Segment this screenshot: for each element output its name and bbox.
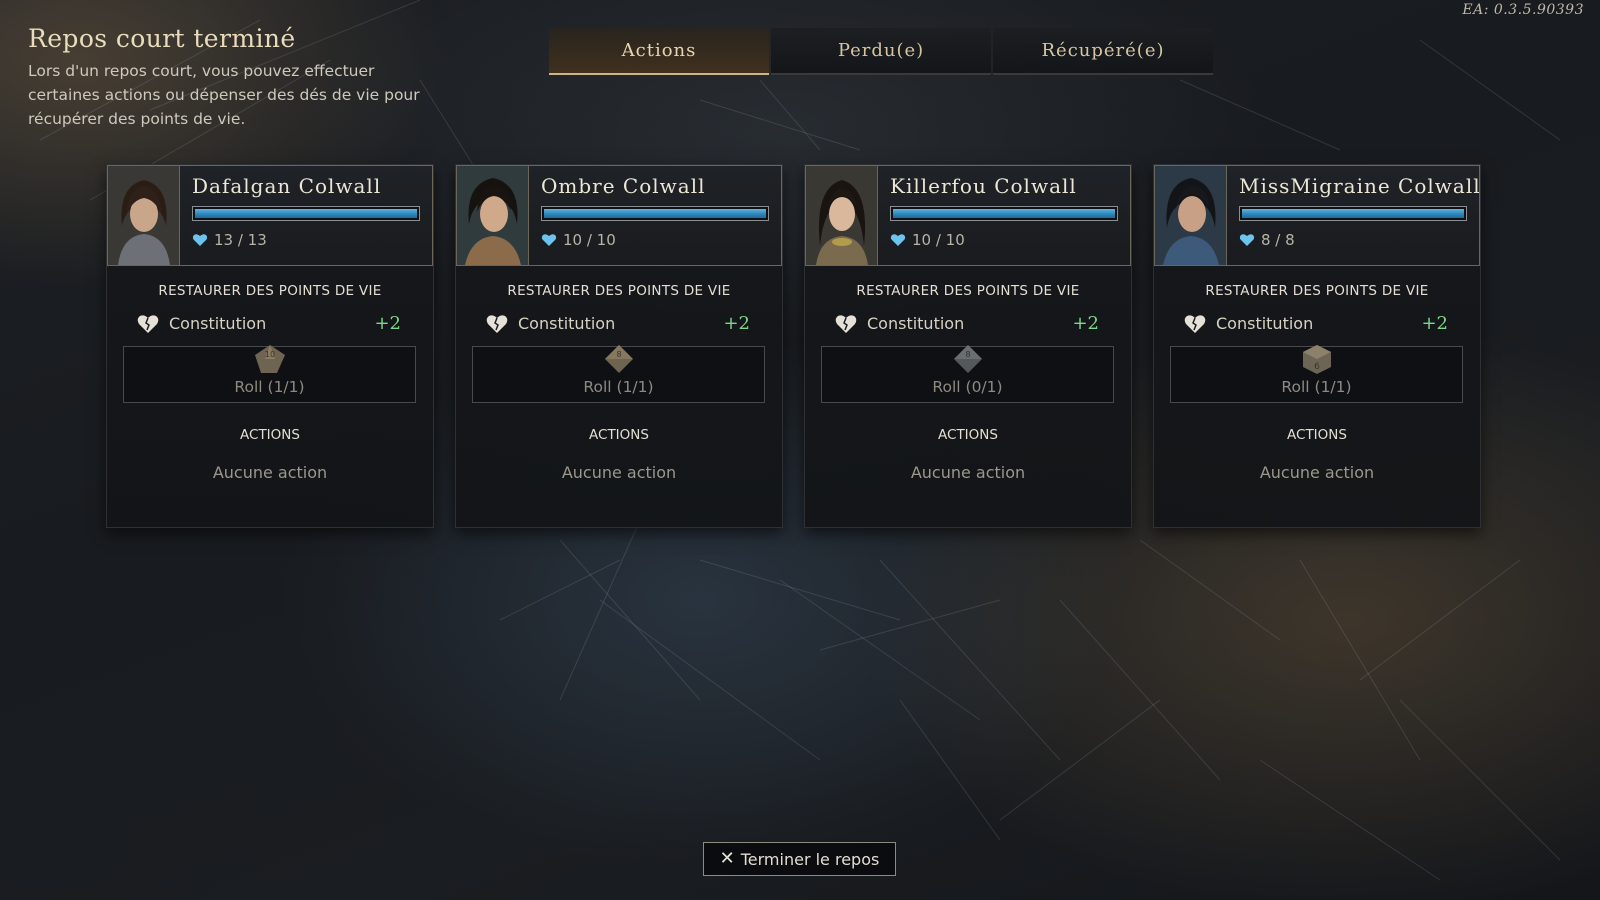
stat-name: Constitution xyxy=(169,314,267,333)
character-portrait[interactable] xyxy=(1155,166,1227,265)
no-action-text: Aucune action xyxy=(910,463,1026,482)
broken-heart-icon xyxy=(1184,314,1206,333)
roll-label: Roll (1/1) xyxy=(1281,378,1352,396)
end-rest-button[interactable]: ✕ Terminer le repos xyxy=(703,842,896,876)
character-name: Dafalgan Colwall xyxy=(192,174,382,198)
version-label: EA: 0.3.5.90393 xyxy=(1462,2,1584,18)
hp-bar-fill xyxy=(195,209,417,218)
d6-die-icon: 6 xyxy=(1302,345,1331,374)
tab-recovered[interactable]: Récupéré(e) xyxy=(993,28,1213,75)
stat-name: Constitution xyxy=(867,314,965,333)
tab-actions[interactable]: Actions xyxy=(549,28,769,75)
broken-heart-icon xyxy=(486,314,508,333)
character-header: MissMigraine Colwall 8 / 8 xyxy=(1154,165,1480,266)
character-name: Ombre Colwall xyxy=(541,174,706,198)
character-header: Killerfou Colwall 10 / 10 xyxy=(805,165,1131,266)
character-card: Ombre Colwall 10 / 10 RESTAURER DES POIN… xyxy=(455,164,783,528)
roll-label: Roll (0/1) xyxy=(932,378,1003,396)
stat-name: Constitution xyxy=(1216,314,1314,333)
roll-button[interactable]: 8 Roll (1/1) xyxy=(472,345,765,403)
restore-hp-title: RESTAURER DES POINTS DE VIE xyxy=(856,283,1080,299)
heart-icon xyxy=(890,234,906,246)
constitution-row: Constitution +2 xyxy=(835,313,1099,334)
hp-bar xyxy=(192,206,420,221)
hp-value: 13 / 13 xyxy=(214,231,267,249)
heart-icon xyxy=(192,234,208,246)
no-action-text: Aucune action xyxy=(561,463,677,482)
heart-icon xyxy=(541,234,557,246)
hp-bar xyxy=(890,206,1118,221)
hp-readout: 10 / 10 xyxy=(541,231,771,249)
hp-bar xyxy=(541,206,769,221)
roll-label: Roll (1/1) xyxy=(583,378,654,396)
stat-bonus: +2 xyxy=(723,313,750,334)
heart-icon xyxy=(1239,234,1255,246)
restore-hp-title: RESTAURER DES POINTS DE VIE xyxy=(507,283,731,299)
page-title: Repos court terminé xyxy=(28,24,296,53)
d8-die-icon: 8 xyxy=(953,345,982,373)
close-icon: ✕ xyxy=(719,848,735,869)
no-action-text: Aucune action xyxy=(212,463,328,482)
hp-bar xyxy=(1239,206,1467,221)
character-card: Killerfou Colwall 10 / 10 RESTAURER DES … xyxy=(804,164,1132,528)
stat-bonus: +2 xyxy=(1072,313,1099,334)
no-action-text: Aucune action xyxy=(1259,463,1375,482)
restore-hp-title: RESTAURER DES POINTS DE VIE xyxy=(1205,283,1429,299)
character-portrait[interactable] xyxy=(457,166,529,265)
d8-die-icon: 8 xyxy=(604,345,633,373)
constitution-row: Constitution +2 xyxy=(137,313,401,334)
hp-value: 10 / 10 xyxy=(563,231,616,249)
page-subtitle: Lors d'un repos court, vous pouvez effec… xyxy=(28,62,420,128)
die-number: 6 xyxy=(1314,362,1320,372)
character-portrait[interactable] xyxy=(108,166,180,265)
constitution-row: Constitution +2 xyxy=(1184,313,1448,334)
actions-title: ACTIONS xyxy=(1287,427,1347,443)
hp-value: 10 / 10 xyxy=(912,231,965,249)
hp-readout: 13 / 13 xyxy=(192,231,422,249)
character-name: Killerfou Colwall xyxy=(890,174,1077,198)
roll-button[interactable]: 10 Roll (1/1) xyxy=(123,345,416,403)
constitution-row: Constitution +2 xyxy=(486,313,750,334)
character-card: MissMigraine Colwall 8 / 8 RESTAURER DES… xyxy=(1153,164,1481,528)
hp-value: 8 / 8 xyxy=(1261,231,1295,249)
hp-bar-fill xyxy=(544,209,766,218)
d10-die-icon: 10 xyxy=(254,345,285,373)
character-card: Dafalgan Colwall 13 / 13 RESTAURER DES P… xyxy=(106,164,434,528)
broken-heart-icon xyxy=(137,314,159,333)
character-portrait[interactable] xyxy=(806,166,878,265)
hp-readout: 8 / 8 xyxy=(1239,231,1481,249)
roll-button[interactable]: 8 Roll (0/1) xyxy=(821,345,1114,403)
tab-lost[interactable]: Perdu(e) xyxy=(771,28,991,75)
tab-bar: Actions Perdu(e) Récupéré(e) xyxy=(549,28,1213,75)
actions-title: ACTIONS xyxy=(589,427,649,443)
die-number: 8 xyxy=(616,350,621,359)
actions-title: ACTIONS xyxy=(938,427,998,443)
stat-name: Constitution xyxy=(518,314,616,333)
character-header: Ombre Colwall 10 / 10 xyxy=(456,165,782,266)
hp-bar-fill xyxy=(1242,209,1464,218)
roll-button[interactable]: 6 Roll (1/1) xyxy=(1170,345,1463,403)
restore-hp-title: RESTAURER DES POINTS DE VIE xyxy=(158,283,382,299)
roll-label: Roll (1/1) xyxy=(234,378,305,396)
broken-heart-icon xyxy=(835,314,857,333)
hp-bar-fill xyxy=(893,209,1115,218)
hp-readout: 10 / 10 xyxy=(890,231,1120,249)
stat-bonus: +2 xyxy=(1421,313,1448,334)
end-rest-label: Terminer le repos xyxy=(740,849,880,869)
die-number: 8 xyxy=(965,350,970,359)
character-name: MissMigraine Colwall xyxy=(1239,174,1481,198)
stat-bonus: +2 xyxy=(374,313,401,334)
character-header: Dafalgan Colwall 13 / 13 xyxy=(107,165,433,266)
rest-header: Repos court terminé Lors d'un repos cour… xyxy=(28,24,438,131)
die-number: 10 xyxy=(264,350,274,359)
actions-title: ACTIONS xyxy=(240,427,300,443)
